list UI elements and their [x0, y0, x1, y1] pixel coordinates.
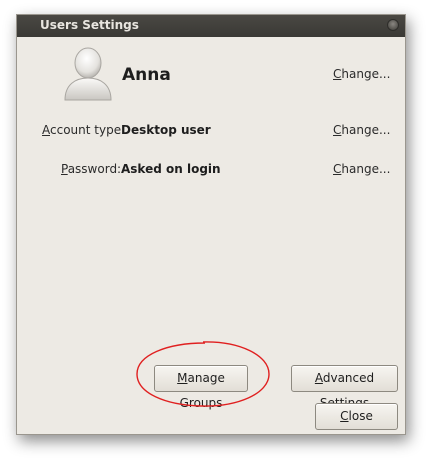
- advanced-settings-button[interactable]: Advanced Settings: [291, 365, 398, 410]
- close-button[interactable]: Close: [315, 403, 398, 430]
- change-account-type-link[interactable]: Change...: [333, 123, 390, 137]
- manage-groups-button[interactable]: Manage Groups: [154, 365, 248, 410]
- close-window-icon[interactable]: [387, 19, 399, 31]
- account-type-label: Account type:: [42, 123, 126, 137]
- user-name: Anna: [122, 65, 171, 85]
- change-password-link[interactable]: Change...: [333, 162, 390, 176]
- password-value: Asked on login: [121, 162, 221, 176]
- user-avatar-icon: [64, 47, 112, 101]
- account-type-value: Desktop user: [121, 123, 211, 137]
- users-settings-window: Users Settings Anna Change... Account ty…: [16, 14, 406, 435]
- password-label: Password:: [61, 162, 122, 176]
- window-title: Users Settings: [40, 18, 139, 32]
- titlebar[interactable]: Users Settings: [17, 15, 405, 37]
- change-name-link[interactable]: Change...: [333, 67, 390, 81]
